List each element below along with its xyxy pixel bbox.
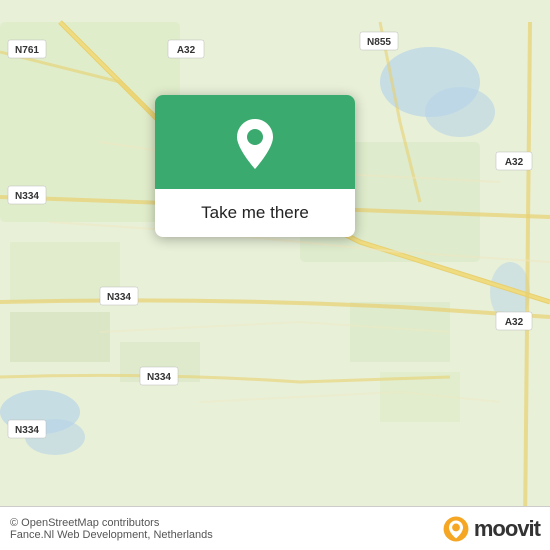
- footer-right: moovit: [442, 515, 540, 543]
- svg-text:A32: A32: [505, 317, 524, 328]
- svg-text:A32: A32: [505, 157, 524, 168]
- footer-left: © OpenStreetMap contributors Fance.Nl We…: [10, 517, 213, 541]
- brand-name: Fance.Nl Web Development, Netherlands: [10, 529, 213, 541]
- svg-text:A32: A32: [177, 45, 196, 56]
- location-pin-icon: [233, 117, 277, 171]
- popup-body[interactable]: Take me there: [155, 189, 355, 237]
- popup-card: Take me there: [155, 95, 355, 237]
- osm-copyright: © OpenStreetMap contributors: [10, 517, 213, 529]
- take-me-there-button[interactable]: Take me there: [201, 203, 309, 222]
- footer-bar: © OpenStreetMap contributors Fance.Nl We…: [0, 506, 550, 550]
- svg-text:N334: N334: [107, 292, 131, 303]
- moovit-logo-icon: [442, 515, 470, 543]
- svg-text:N334: N334: [15, 191, 39, 202]
- svg-text:N761: N761: [15, 45, 39, 56]
- popup-header: [155, 95, 355, 189]
- svg-text:N855: N855: [367, 37, 391, 48]
- moovit-text: moovit: [474, 516, 540, 542]
- svg-text:N334: N334: [147, 372, 171, 383]
- map-background: N761 A32 N855 N334 N334 N334 N334 A32 A3…: [0, 0, 550, 550]
- map-container: N761 A32 N855 N334 N334 N334 N334 A32 A3…: [0, 0, 550, 550]
- svg-text:N334: N334: [15, 425, 39, 436]
